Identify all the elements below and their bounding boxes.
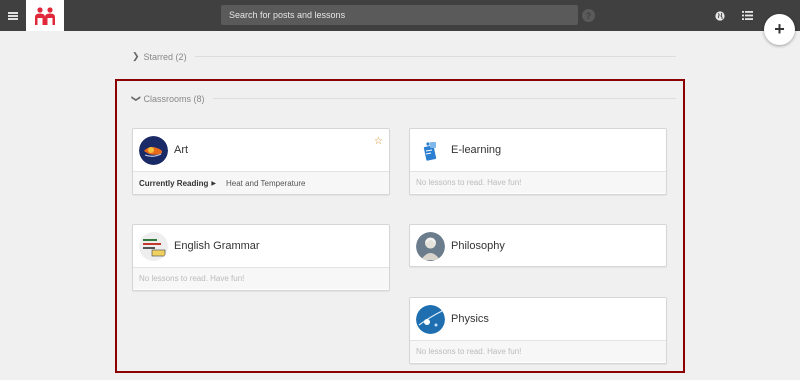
- currently-reading-label: Currently Reading: [139, 178, 209, 188]
- hamburger-icon: [7, 11, 18, 20]
- help-icon[interactable]: ?: [582, 9, 595, 22]
- add-button[interactable]: +: [764, 14, 795, 45]
- classrooms-section-label: Classrooms (8): [143, 93, 205, 104]
- classroom-name: Physics: [451, 313, 489, 325]
- lesson-status: No lessons to read. Have fun!: [410, 340, 666, 362]
- classroom-card-art[interactable]: Art ☆ Currently Reading ▶ Heat and Tempe…: [132, 128, 390, 195]
- classroom-card-physics[interactable]: Physics No lessons to read. Have fun!: [409, 297, 667, 364]
- star-icon[interactable]: ☆: [374, 136, 383, 147]
- classroom-card-english-grammar[interactable]: English Grammar No lessons to read. Have…: [132, 224, 390, 291]
- starred-section-toggle[interactable]: ❯ Starred (2): [132, 51, 676, 62]
- chevron-down-icon: ❯: [131, 94, 142, 103]
- hamburger-menu-button[interactable]: [0, 0, 25, 31]
- lesson-status: No lessons to read. Have fun!: [133, 267, 389, 289]
- logo-icon: [35, 6, 55, 25]
- chevron-right-icon: ❯: [132, 51, 140, 61]
- classroom-name: Philosophy: [451, 240, 505, 252]
- currently-reading-bar[interactable]: Currently Reading ▶ Heat and Temperature: [133, 171, 389, 194]
- top-bar: ?: [0, 0, 800, 31]
- list-view-icon[interactable]: [742, 11, 753, 20]
- classroom-name: Art: [174, 144, 189, 156]
- section-divider: [194, 56, 676, 57]
- lesson-status: No lessons to read. Have fun!: [410, 171, 666, 193]
- classroom-name: E-learning: [451, 144, 502, 156]
- classroom-card-e-learning[interactable]: E-learning No lessons to read. Have fun!: [409, 128, 667, 195]
- philosophy-avatar: [416, 231, 445, 261]
- e-learning-avatar: [416, 136, 445, 165]
- classrooms-section-toggle[interactable]: ❯ Classrooms (8): [131, 93, 676, 104]
- art-avatar: [139, 135, 168, 165]
- starred-section-label: Starred (2): [143, 51, 187, 62]
- classroom-card-philosophy[interactable]: Philosophy: [409, 224, 667, 267]
- current-lesson-title[interactable]: Heat and Temperature: [226, 179, 305, 188]
- app-logo[interactable]: [26, 0, 64, 31]
- physics-avatar: [416, 304, 445, 334]
- globe-icon[interactable]: [715, 11, 725, 21]
- search-input[interactable]: [221, 5, 578, 25]
- english-grammar-avatar: [139, 231, 168, 261]
- section-divider: [212, 98, 676, 99]
- classroom-name: English Grammar: [174, 240, 260, 252]
- caret-right-icon: ▶: [211, 180, 216, 187]
